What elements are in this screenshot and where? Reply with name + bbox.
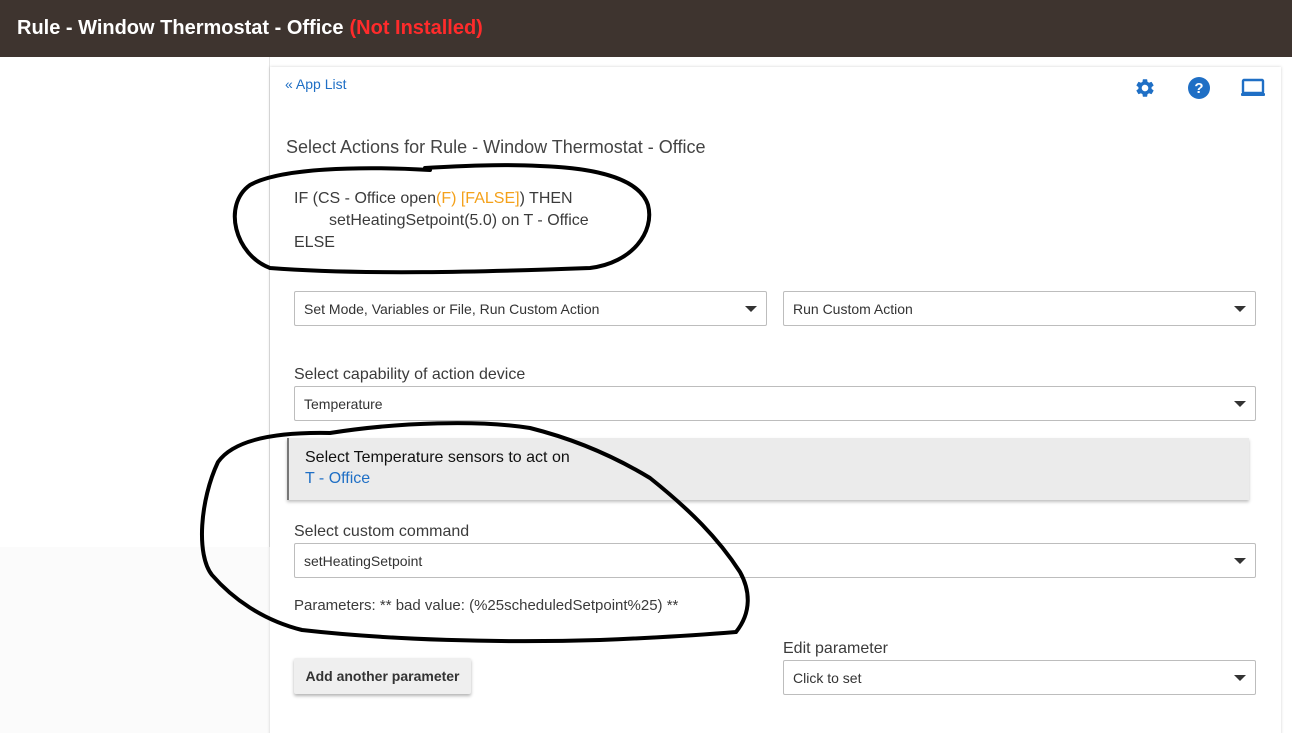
help-icon[interactable]: ?: [1186, 75, 1212, 101]
page-title: Select Actions for Rule - Window Thermos…: [286, 137, 706, 157]
rule-then: ) THEN: [519, 190, 573, 207]
app-list-link[interactable]: « App List: [285, 76, 347, 92]
rule-line-action: setHeatingSetpoint(5.0) on T - Office: [329, 212, 589, 229]
device-picker-label: Select Temperature sensors to act on: [305, 449, 570, 466]
rule-condition-state: (F) [FALSE]: [435, 190, 520, 207]
title-bar: Rule - Window Thermostat - Office (Not I…: [0, 0, 1292, 57]
command-label: Select custom command: [294, 523, 470, 540]
chevron-down-icon: [745, 306, 757, 312]
rule-line-if: IF (CS - Office open(F) [FALSE]) THEN: [294, 188, 589, 210]
action-subtype-value: Run Custom Action: [793, 300, 913, 317]
edit-parameter-select[interactable]: Click to set: [783, 660, 1256, 695]
chevron-down-icon: [1234, 675, 1246, 681]
svg-text:?: ?: [1194, 80, 1203, 97]
edit-parameter-value: Click to set: [793, 669, 862, 686]
command-value: setHeatingSetpoint: [304, 552, 423, 569]
gear-icon[interactable]: [1132, 75, 1158, 101]
rule-condition: IF (CS - Office open: [294, 190, 436, 207]
laptop-icon[interactable]: [1240, 75, 1266, 101]
capability-label: Select capability of action device: [294, 366, 526, 383]
left-pane: [0, 57, 270, 547]
action-type-value: Set Mode, Variables or File, Run Custom …: [304, 300, 600, 317]
action-type-select[interactable]: Set Mode, Variables or File, Run Custom …: [294, 291, 767, 326]
install-status: (Not Installed): [349, 17, 483, 39]
device-picker[interactable]: Select Temperature sensors to act on T -…: [287, 438, 1249, 500]
capability-value: Temperature: [304, 395, 383, 412]
edit-parameter-label: Edit parameter: [783, 640, 888, 657]
add-parameter-button[interactable]: Add another parameter: [294, 658, 471, 694]
chevron-down-icon: [1234, 558, 1246, 564]
action-subtype-select[interactable]: Run Custom Action: [783, 291, 1256, 326]
parameters-text: Parameters: ** bad value: (%25scheduledS…: [294, 597, 679, 614]
chevron-down-icon: [1234, 401, 1246, 407]
app-title: Rule - Window Thermostat - Office: [17, 17, 344, 39]
command-select[interactable]: setHeatingSetpoint: [294, 543, 1256, 578]
rule-line-else: ELSE: [294, 234, 335, 251]
left-pane-footer: [0, 547, 270, 733]
chevron-down-icon: [1234, 306, 1246, 312]
rule-summary: IF (CS - Office open(F) [FALSE]) THEN se…: [294, 188, 589, 254]
device-picker-value: T - Office: [305, 470, 371, 487]
capability-select[interactable]: Temperature: [294, 386, 1256, 421]
